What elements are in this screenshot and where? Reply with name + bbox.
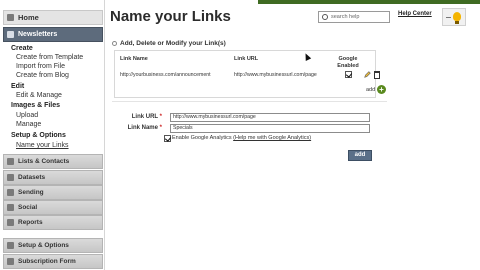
- ga-label: Enable Google Analytics: [172, 135, 232, 141]
- sidebar-home-label: Home: [18, 13, 39, 22]
- column-header-name: Link Name: [120, 56, 148, 62]
- sidebar-newsletters-label: Newsletters: [18, 31, 58, 38]
- link-url-field[interactable]: http://www.mybusinessurl.com/page: [170, 113, 370, 122]
- sidebar-group-label: Reports: [18, 219, 43, 226]
- sidebar-item-name-links[interactable]: Name your Links: [16, 142, 69, 149]
- sidebar-item-upload[interactable]: Upload: [16, 112, 38, 119]
- ga-help-link[interactable]: (Help me with Google Analytics): [233, 135, 311, 141]
- link-name-label: Link Name *: [112, 125, 162, 131]
- lightbulb-base: [455, 21, 459, 24]
- contacts-icon: [7, 158, 14, 165]
- search-placeholder: search help: [331, 14, 360, 20]
- link-url-label: Link URL *: [112, 114, 162, 120]
- help-center-link[interactable]: Help Center: [398, 11, 432, 17]
- sidebar-group-label: Social: [18, 204, 38, 211]
- datasets-icon: [7, 174, 14, 181]
- trash-icon[interactable]: [374, 71, 380, 79]
- divider: [112, 101, 387, 102]
- search-input[interactable]: search help: [318, 11, 390, 23]
- sidebar-item-create-template[interactable]: Create from Template: [16, 54, 83, 61]
- row-link-name: http://yourbusiness.com/announcement: [120, 72, 211, 78]
- lightbulb-icon: [453, 12, 461, 21]
- ga-option: Enable Google Analytics (Help me with Go…: [172, 135, 311, 141]
- sidebar-group-setup-options[interactable]: Setup & Options: [3, 238, 103, 253]
- sidebar-group-label: Sending: [18, 189, 44, 196]
- add-button[interactable]: add: [348, 150, 372, 161]
- sidebar-section-create: Create: [11, 45, 33, 52]
- reports-icon: [7, 219, 14, 226]
- link-url-label-text: Link URL: [131, 114, 158, 120]
- top-accent-strip: [258, 0, 480, 4]
- home-icon: [7, 14, 14, 21]
- sidebar-section-edit: Edit: [11, 83, 25, 90]
- section-heading-label: Add, Delete or Modify your Link(s): [120, 40, 226, 47]
- social-icon: [7, 204, 14, 211]
- column-header-google: Google Enabled: [337, 56, 359, 69]
- sidebar-item-create-blog[interactable]: Create from Blog: [16, 72, 69, 79]
- add-link-label[interactable]: add: [366, 87, 375, 93]
- sidebar-item-import-file[interactable]: Import from File: [16, 63, 65, 70]
- page-title: Name your Links: [110, 8, 231, 25]
- circle-icon: [112, 41, 117, 46]
- gear-icon: [7, 242, 14, 249]
- sidebar: Home Newsletters Create Create from Temp…: [0, 0, 105, 270]
- sidebar-item-edit-manage[interactable]: Edit & Manage: [16, 92, 62, 99]
- pencil-icon[interactable]: [364, 71, 371, 78]
- dash-icon: [446, 17, 451, 18]
- sidebar-group-sending[interactable]: Sending: [3, 185, 103, 200]
- link-name-label-text: Link Name: [127, 125, 158, 131]
- sidebar-group-datasets[interactable]: Datasets: [3, 170, 103, 185]
- link-name-field[interactable]: Specials: [170, 124, 370, 133]
- sidebar-section-images-files: Images & Files: [11, 102, 61, 109]
- sidebar-item-manage[interactable]: Manage: [16, 121, 41, 128]
- sidebar-group-label: Setup & Options: [18, 242, 69, 249]
- sidebar-newsletters[interactable]: Newsletters: [3, 27, 103, 42]
- row-google-checkbox[interactable]: [345, 71, 352, 78]
- sidebar-group-subscription-form[interactable]: Subscription Form: [3, 254, 103, 269]
- ga-checkbox[interactable]: [164, 135, 171, 142]
- required-mark: *: [159, 114, 162, 120]
- column-header-url: Link URL: [234, 56, 259, 62]
- sidebar-group-social[interactable]: Social: [3, 200, 103, 215]
- sidebar-section-setup: Setup & Options: [11, 132, 66, 139]
- required-mark: *: [159, 125, 162, 131]
- sidebar-group-label: Lists & Contacts: [18, 158, 70, 165]
- sending-icon: [7, 189, 14, 196]
- sidebar-group-label: Datasets: [18, 174, 46, 181]
- sidebar-group-label: Subscription Form: [18, 258, 76, 265]
- section-heading: Add, Delete or Modify your Link(s): [112, 40, 226, 47]
- search-icon: [322, 14, 328, 20]
- tips-button[interactable]: [442, 8, 466, 26]
- sidebar-group-lists-contacts[interactable]: Lists & Contacts: [3, 154, 103, 169]
- newsletter-icon: [7, 31, 14, 38]
- plus-icon[interactable]: +: [377, 85, 386, 94]
- sidebar-group-reports[interactable]: Reports: [3, 215, 103, 230]
- row-link-url: http://www.mybusinessurl.com/page: [234, 72, 317, 78]
- sidebar-home[interactable]: Home: [3, 10, 103, 25]
- form-icon: [7, 258, 14, 265]
